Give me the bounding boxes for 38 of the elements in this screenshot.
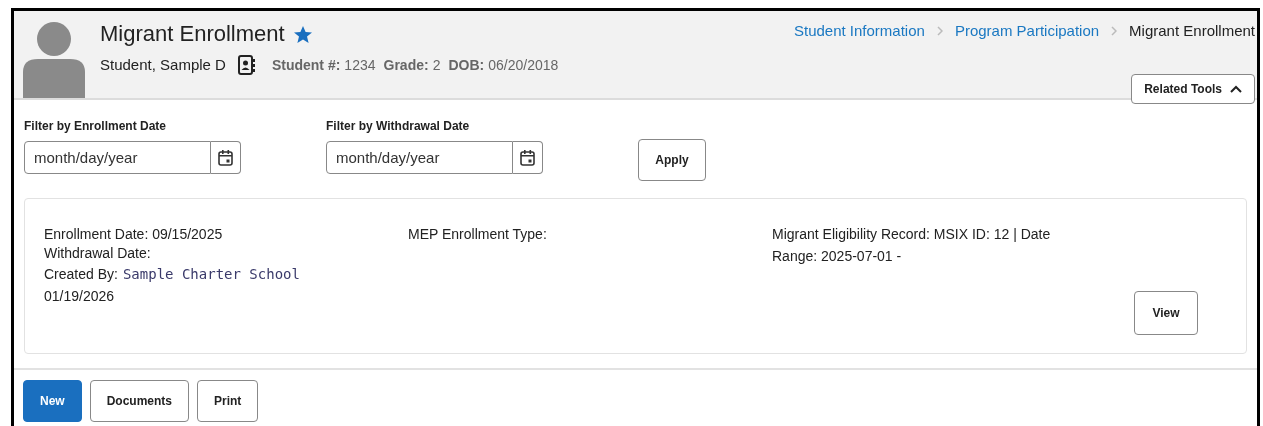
filter-label: Filter by Enrollment Date [24,118,168,135]
related-tools-button[interactable]: Related Tools [1131,74,1255,104]
breadcrumb-link[interactable]: Student Information [793,20,925,43]
action-button[interactable]: Documents [89,380,190,422]
detail-value: 2 [432,55,441,75]
mep-enrollment-type: MEP Enrollment Type: [408,225,548,244]
filter-label: Filter by Withdrawal Date [326,118,471,135]
calendar-icon [520,149,535,166]
created-by-label: Created By: [44,265,118,284]
calendar-button[interactable] [513,141,543,174]
view-button[interactable]: View [1134,291,1198,335]
detail-value: 06/20/2018 [488,55,559,75]
contact-card-icon[interactable] [237,55,256,76]
withdrawal-date: Withdrawal Date: [44,244,152,263]
action-button[interactable]: New [23,380,82,422]
breadcrumb-link[interactable]: Program Participation [954,20,1100,43]
caret-icon [1230,85,1242,93]
calendar-icon [218,149,233,166]
eligibility-record: Migrant Eligibility Record: MSIX ID: 12 | Date Range: 2025-07-01 - [772,225,1052,266]
date-field[interactable]: month/day/year [24,141,211,174]
detail-value: 1234 [344,55,376,75]
star-icon[interactable] [292,25,313,45]
chevron-icon [1111,26,1118,37]
breadcrumb-current: Migrant Enrollment [1129,21,1255,41]
created-by-value: Sample Charter School [122,265,300,284]
calendar-button[interactable] [211,141,241,174]
student-name: Student, Sample D [100,55,226,75]
action-button[interactable]: Print [197,380,259,422]
created-date: 01/19/2026 [44,287,116,306]
date-field[interactable]: month/day/year [326,141,513,174]
detail-label: DOB: [448,55,485,75]
enrollment-date: Enrollment Date: 09/15/2025 [44,225,224,244]
page-title: Migrant Enrollment [100,20,285,48]
detail-label: Student #: [271,55,341,75]
apply-button[interactable]: Apply [638,139,706,181]
chevron-icon [936,26,943,37]
avatar-icon [23,22,85,98]
detail-label: Grade: [383,55,429,75]
